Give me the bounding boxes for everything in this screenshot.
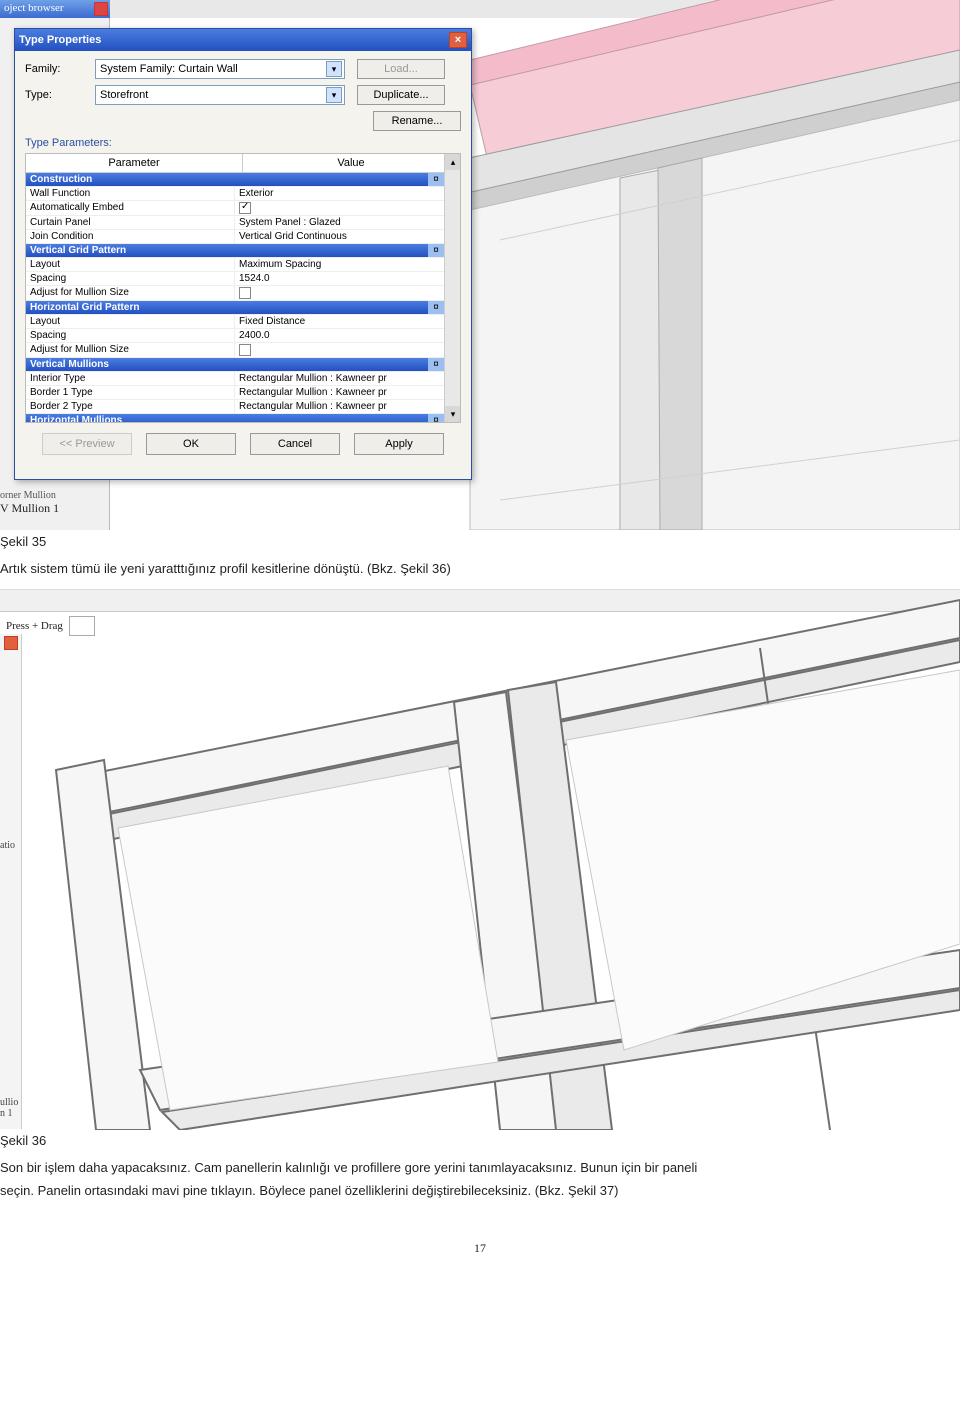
- browser-item-corner-mullion[interactable]: orner Mullion: [0, 490, 59, 501]
- type-parameters-grid[interactable]: Parameter Value ▴ ▾ Construction¤ Wall F…: [25, 153, 461, 423]
- ok-button[interactable]: OK: [146, 433, 236, 455]
- param-row[interactable]: Spacing2400.0: [26, 329, 444, 343]
- close-icon[interactable]: ×: [449, 32, 467, 48]
- family-label: Family:: [25, 63, 95, 75]
- param-row[interactable]: Wall FunctionExterior: [26, 187, 444, 201]
- section-vertical-mullions[interactable]: Vertical Mullions¤: [26, 358, 444, 372]
- rename-button[interactable]: Rename...: [373, 111, 461, 131]
- checkbox-icon[interactable]: [239, 202, 251, 214]
- scroll-down-icon[interactable]: ▾: [445, 406, 461, 422]
- viewport-figure-36: Press + Drag atio ullio n 1: [0, 589, 960, 1129]
- param-row[interactable]: Interior TypeRectangular Mullion : Kawne…: [26, 372, 444, 386]
- type-value: Storefront: [100, 89, 148, 101]
- checkbox-icon[interactable]: [239, 287, 251, 299]
- project-browser-title: oject browser: [0, 0, 110, 18]
- type-parameters-label: Type Parameters:: [25, 137, 461, 149]
- chevron-down-icon: ▾: [326, 87, 342, 103]
- section-construction[interactable]: Construction¤: [26, 173, 444, 187]
- load-button[interactable]: Load...: [357, 59, 445, 79]
- project-browser-close-icon[interactable]: [94, 2, 108, 16]
- grid-scrollbar[interactable]: ▴ ▾: [444, 154, 460, 422]
- section-horizontal-mullions[interactable]: Horizontal Mullions¤: [26, 414, 444, 423]
- checkbox-icon[interactable]: [239, 344, 251, 356]
- body-paragraph-2b: seçin. Panelin ortasındaki mavi pine tık…: [0, 1181, 940, 1201]
- viewport-figure-35: oject browser orner Mullion V Mullion 1 …: [0, 0, 960, 530]
- body-paragraph-1: Artık sistem tümü ile yeni yaratttığınız…: [0, 559, 940, 579]
- section-horizontal-grid[interactable]: Horizontal Grid Pattern¤: [26, 301, 444, 315]
- param-row[interactable]: Spacing1524.0: [26, 272, 444, 286]
- duplicate-button[interactable]: Duplicate...: [357, 85, 445, 105]
- param-row[interactable]: LayoutMaximum Spacing: [26, 258, 444, 272]
- dialog-title: Type Properties: [19, 34, 101, 46]
- type-label: Type:: [25, 89, 95, 101]
- browser-item-v-mullion[interactable]: V Mullion 1: [0, 501, 59, 516]
- scroll-up-icon[interactable]: ▴: [445, 154, 461, 170]
- type-properties-dialog: Type Properties × Family: System Family:…: [14, 28, 472, 480]
- browser-tree-fragment: orner Mullion V Mullion 1: [0, 490, 59, 516]
- cancel-button[interactable]: Cancel: [250, 433, 340, 455]
- page-number: 17: [0, 1241, 960, 1256]
- param-row[interactable]: Adjust for Mullion Size: [26, 343, 444, 358]
- param-row[interactable]: Border 1 TypeRectangular Mullion : Kawne…: [26, 386, 444, 400]
- figure-35-caption: Şekil 35: [0, 534, 960, 549]
- type-dropdown[interactable]: Storefront ▾: [95, 85, 345, 105]
- preview-button[interactable]: << Preview: [42, 433, 132, 455]
- apply-button[interactable]: Apply: [354, 433, 444, 455]
- param-row[interactable]: Adjust for Mullion Size: [26, 286, 444, 301]
- family-dropdown[interactable]: System Family: Curtain Wall ▾: [95, 59, 345, 79]
- column-parameter: Parameter: [26, 154, 243, 172]
- param-row[interactable]: Border 2 TypeRectangular Mullion : Kawne…: [26, 400, 444, 414]
- param-row[interactable]: Automatically Embed: [26, 201, 444, 216]
- section-vertical-grid[interactable]: Vertical Grid Pattern¤: [26, 244, 444, 258]
- curtain-wall-wireframe: [0, 590, 960, 1130]
- column-value: Value: [243, 154, 460, 172]
- chevron-down-icon: ▾: [326, 61, 342, 77]
- param-row[interactable]: LayoutFixed Distance: [26, 315, 444, 329]
- body-paragraph-2a: Son bir işlem daha yapacaksınız. Cam pan…: [0, 1158, 940, 1178]
- family-value: System Family: Curtain Wall: [100, 63, 238, 75]
- param-row[interactable]: Curtain PanelSystem Panel : Glazed: [26, 216, 444, 230]
- dialog-titlebar[interactable]: Type Properties ×: [15, 29, 471, 51]
- param-row[interactable]: Join ConditionVertical Grid Continuous: [26, 230, 444, 244]
- figure-36-caption: Şekil 36: [0, 1133, 960, 1148]
